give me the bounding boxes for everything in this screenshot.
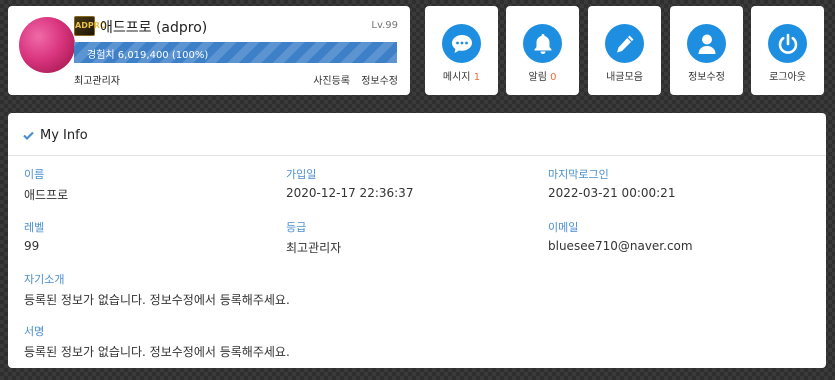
- field-signature-value: 등록된 정보가 없습니다. 정보수정에서 등록해주세요.: [24, 345, 290, 359]
- logout-label: 로그아웃: [769, 72, 806, 83]
- field-last-login-value: 2022-03-21 00:00:21: [548, 186, 676, 200]
- profile-card: ADPRO 애드프로 (adpro) Lv.99 경험치 6,019,400 (…: [8, 6, 410, 95]
- my-posts-label: 내글모음: [606, 72, 643, 83]
- field-level: 레벨 99: [24, 219, 44, 253]
- logout-button[interactable]: 로그아웃: [751, 6, 824, 95]
- field-join-date: 가입일 2020-12-17 22:36:37: [286, 166, 413, 200]
- field-grade-label: 등급: [286, 221, 307, 234]
- upload-photo-link[interactable]: 사진등록: [313, 76, 350, 87]
- messages-label: 메시지 1: [442, 72, 481, 83]
- my-info-title: My Info: [40, 128, 88, 143]
- checkmark-icon: [23, 131, 34, 140]
- field-name-value: 애드프로: [24, 188, 69, 202]
- edit-profile-label: 정보수정: [688, 72, 725, 83]
- profile-nickname: 애드프로 (adpro): [100, 20, 208, 36]
- avatar[interactable]: [19, 17, 75, 73]
- field-join-date-label: 가입일: [286, 168, 317, 181]
- my-info-heading: My Info: [23, 128, 88, 143]
- field-last-login-label: 마지막로그인: [548, 168, 609, 181]
- field-signature: 서명 등록된 정보가 없습니다. 정보수정에서 등록해주세요.: [24, 323, 290, 360]
- field-introduction: 자기소개 등록된 정보가 없습니다. 정보수정에서 등록해주세요.: [24, 271, 290, 308]
- field-join-date-value: 2020-12-17 22:36:37: [286, 186, 414, 200]
- messages-count: 1: [473, 72, 481, 83]
- user-icon: [687, 24, 726, 63]
- field-introduction-label: 자기소개: [24, 273, 65, 286]
- divider: [8, 155, 826, 156]
- field-last-login: 마지막로그인 2022-03-21 00:00:21: [548, 166, 675, 200]
- field-email-value: bluesee710@naver.com: [548, 239, 693, 253]
- my-posts-button[interactable]: 내글모음: [588, 6, 661, 95]
- bell-icon: [523, 24, 562, 63]
- field-name-label: 이름: [24, 168, 45, 181]
- field-email: 이메일 bluesee710@naver.com: [548, 219, 693, 253]
- messages-button[interactable]: 메시지 1: [425, 6, 498, 95]
- edit-profile-button[interactable]: 정보수정: [670, 6, 743, 95]
- power-icon: [768, 24, 807, 63]
- experience-text: 경험치 6,019,400 (100%): [87, 50, 209, 61]
- edit-info-link[interactable]: 정보수정: [361, 76, 398, 87]
- my-info-card: My Info 이름 애드프로 가입일 2020-12-17 22:36:37 …: [8, 113, 826, 368]
- pencil-icon: [605, 24, 644, 63]
- profile-level: Lv.99: [371, 20, 398, 31]
- notifications-button[interactable]: 알림 0: [506, 6, 579, 95]
- level-badge-icon: ADPRO: [74, 16, 107, 36]
- field-introduction-value: 등록된 정보가 없습니다. 정보수정에서 등록해주세요.: [24, 293, 290, 307]
- experience-bar: 경험치 6,019,400 (100%): [74, 42, 397, 63]
- profile-grade: 최고관리자: [74, 76, 120, 87]
- field-grade-value: 최고관리자: [286, 241, 342, 255]
- field-level-value: 99: [24, 239, 40, 253]
- profile-links: 사진등록 정보수정: [305, 72, 398, 87]
- field-email-label: 이메일: [548, 221, 579, 234]
- field-grade: 등급 최고관리자: [286, 219, 341, 256]
- field-level-label: 레벨: [24, 221, 45, 234]
- field-name: 이름 애드프로: [24, 166, 68, 203]
- notifications-count: 0: [550, 72, 557, 83]
- notifications-label: 알림 0: [528, 72, 557, 83]
- speech-bubble-icon: [442, 24, 481, 63]
- field-signature-label: 서명: [24, 325, 45, 338]
